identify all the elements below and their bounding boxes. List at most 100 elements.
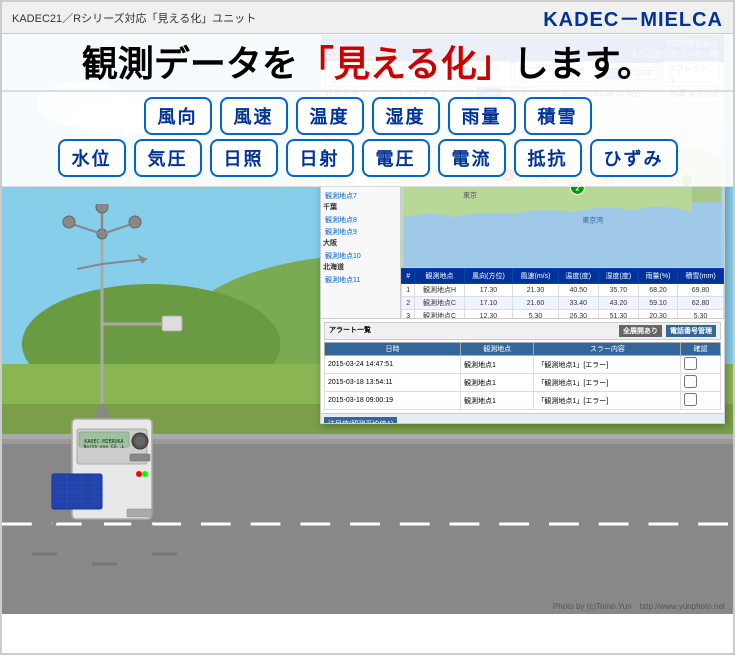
- tag-水位: 水位: [58, 139, 126, 177]
- table-cell-1-3: 21.60: [513, 297, 558, 310]
- table-row: 2観測地点C17.1021.6033.4043.2059.1062.80: [402, 297, 724, 310]
- hero-highlight-close: 」: [477, 43, 513, 84]
- alert-cell-2-1: 観測地点1: [460, 392, 533, 410]
- ath-confirm: 確認: [681, 343, 721, 356]
- tags-row-2: 水位気圧日照日射電圧電流抵抗ひずみ: [17, 139, 718, 177]
- table-cell-0-5: 35.70: [598, 284, 638, 297]
- alerts-section: アラート一覧 全展開あり 電話番号管理 日時 観測地点 スラー内容 確認: [321, 318, 724, 413]
- sidebar-point-10[interactable]: 観測地点10: [323, 250, 398, 262]
- table-cell-2-4: 26.30: [558, 310, 598, 319]
- tags-row-1: 風向風速温度湿度雨量積雪: [17, 97, 718, 135]
- alert-row: 2015-03-24 14:47:51観測地点1「観測地点1」[エラー]: [325, 356, 721, 374]
- tag-湿度: 湿度: [372, 97, 440, 135]
- alert-header-row: 日時 観測地点 スラー内容 確認: [325, 343, 721, 356]
- alert-cell-0-2: 「観測地点1」[エラー]: [534, 356, 681, 374]
- th-rain: 雨量(%): [638, 269, 677, 284]
- alert-checkbox-1[interactable]: [684, 375, 697, 388]
- th-wind-dir: 風向(方位): [464, 269, 513, 284]
- th-point: 観測地点: [415, 269, 464, 284]
- tag-風向: 風向: [144, 97, 212, 135]
- sidebar-osaka: 大阪: [323, 238, 398, 248]
- table-cell-2-0: 3: [402, 310, 415, 319]
- alert-checkbox-2[interactable]: [684, 393, 697, 406]
- table-cell-0-7: 69.80: [678, 284, 724, 297]
- tag-風速: 風速: [220, 97, 288, 135]
- alert-table: 日時 観測地点 スラー内容 確認 2015-03-24 14:47:51観測地点…: [324, 342, 721, 410]
- table-cell-1-6: 59.10: [638, 297, 677, 310]
- sidebar-point-11[interactable]: 観測地点11: [323, 274, 398, 286]
- tag-日射: 日射: [286, 139, 354, 177]
- alert-checkbox-0[interactable]: [684, 357, 697, 370]
- tag-温度: 温度: [296, 97, 364, 135]
- table-header-row: # 観測地点 風向(方位) 風速(m/s) 温度(度) 湿度(度) 雨量(%) …: [402, 269, 724, 284]
- table-cell-2-5: 51.30: [598, 310, 638, 319]
- btn-expand[interactable]: 全展開あり: [619, 325, 662, 337]
- table-cell-2-6: 20.30: [638, 310, 677, 319]
- table-cell-1-5: 43.20: [598, 297, 638, 310]
- table-cell-1-1: 観測地点C: [415, 297, 464, 310]
- alert-row: 2015-03-18 13:54:11観測地点1「観測地点1」[エラー]: [325, 374, 721, 392]
- table-cell-1-4: 33.40: [558, 297, 598, 310]
- alert-cell-0-1: 観測地点1: [460, 356, 533, 374]
- hero-text-suffix: します。: [513, 43, 653, 84]
- data-table-container: # 観測地点 風向(方位) 風速(m/s) 温度(度) 湿度(度) 雨量(%) …: [401, 268, 724, 318]
- header-bar: KADEC21／Rシリーズ対応「見える化」ユニット KADEC－MIELCA: [2, 2, 733, 34]
- table-cell-0-6: 68.20: [638, 284, 677, 297]
- tag-雨量: 雨量: [448, 97, 516, 135]
- table-row: 3観測地点C12.305.3026.3051.3020.305.30: [402, 310, 724, 319]
- alert-cell-2-2: 「観測地点1」[エラー]: [534, 392, 681, 410]
- sidebar-point-9[interactable]: 観測地点9: [323, 226, 398, 238]
- alert-row: 2015-03-18 09:00:19観測地点1「観測地点1」[エラー]: [325, 392, 721, 410]
- sidebar-point-7[interactable]: 観測地点7: [323, 190, 398, 202]
- ath-content: スラー内容: [534, 343, 681, 356]
- brand-logo: KADEC－MIELCA: [543, 3, 723, 32]
- th-temp: 温度(度): [558, 269, 598, 284]
- alert-cell-2-3[interactable]: [681, 392, 721, 410]
- form-row-1: 注目値(観測平均値A): [324, 417, 397, 424]
- alert-cell-0-0: 2015-03-24 14:47:51: [325, 356, 461, 374]
- tag-抵抗: 抵抗: [514, 139, 582, 177]
- equipment-svg: KADEC-MIERUKA North-one CO.,L R/W: [12, 204, 282, 594]
- alert-cell-0-3[interactable]: [681, 356, 721, 374]
- tag-電圧: 電圧: [362, 139, 430, 177]
- table-cell-2-1: 観測地点C: [415, 310, 464, 319]
- ath-point: 観測地点: [460, 343, 533, 356]
- th-snow: 積雪(mm): [678, 269, 724, 284]
- th-wind-speed: 風速(m/s): [513, 269, 558, 284]
- alert-header: アラート一覧 全展開あり 電話番号管理: [324, 322, 721, 340]
- alert-buttons: 全展開あり 電話番号管理: [619, 325, 716, 337]
- observation-table: # 観測地点 風向(方位) 風速(m/s) 温度(度) 湿度(度) 雨量(%) …: [401, 268, 724, 318]
- table-cell-2-7: 5.30: [678, 310, 724, 319]
- th-num: #: [402, 269, 415, 284]
- alert-cell-1-0: 2015-03-18 13:54:11: [325, 374, 461, 392]
- tag-積雪: 積雪: [524, 97, 592, 135]
- table-cell-0-0: 1: [402, 284, 415, 297]
- tag-気圧: 気圧: [134, 139, 202, 177]
- content-panel: 観測データを「見える化」します。 風向風速温度湿度雨量積雪 水位気圧日照日射電圧…: [2, 34, 733, 187]
- alert-cell-1-3[interactable]: [681, 374, 721, 392]
- svg-text:東京湾: 東京湾: [582, 215, 603, 224]
- visual-area: 観測データを「見える化」します。 風向風速温度湿度雨量積雪 水位気圧日照日射電圧…: [2, 34, 733, 614]
- sidebar-point-8[interactable]: 観測地点8: [323, 214, 398, 226]
- hero-title: 観測データを「見える化」します。: [17, 42, 718, 85]
- table-row: 1観測地点H17.3021.3040.5035.7068.2069.80: [402, 284, 724, 297]
- btn-email[interactable]: 電話番号管理: [666, 325, 716, 337]
- photo-credit: Photo by (c)Tomo.Yun http://www.yunphoto…: [553, 601, 725, 612]
- alert-cell-2-0: 2015-03-18 09:00:19: [325, 392, 461, 410]
- table-cell-1-0: 2: [402, 297, 415, 310]
- table-cell-1-2: 17.10: [464, 297, 513, 310]
- alert-cell-1-2: 「観測地点1」[エラー]: [534, 374, 681, 392]
- ath-datetime: 日時: [325, 343, 461, 356]
- tags-section: 風向風速温度湿度雨量積雪 水位気圧日照日射電圧電流抵抗ひずみ: [2, 92, 733, 187]
- alert-cell-1-1: 観測地点1: [460, 374, 533, 392]
- tag-電流: 電流: [438, 139, 506, 177]
- svg-text:North-one CO.,L: North-one CO.,L: [84, 444, 125, 450]
- sidebar-chiba: 千葉: [323, 202, 398, 212]
- hero-text-prefix: 観測データを: [82, 43, 298, 84]
- th-humidity: 湿度(度): [598, 269, 638, 284]
- hero-highlight-open: 「: [298, 43, 334, 84]
- table-cell-2-2: 12.30: [464, 310, 513, 319]
- hero-highlight-text: 見える化: [334, 43, 477, 84]
- table-cell-0-4: 40.50: [558, 284, 598, 297]
- table-cell-0-1: 観測地点H: [415, 284, 464, 297]
